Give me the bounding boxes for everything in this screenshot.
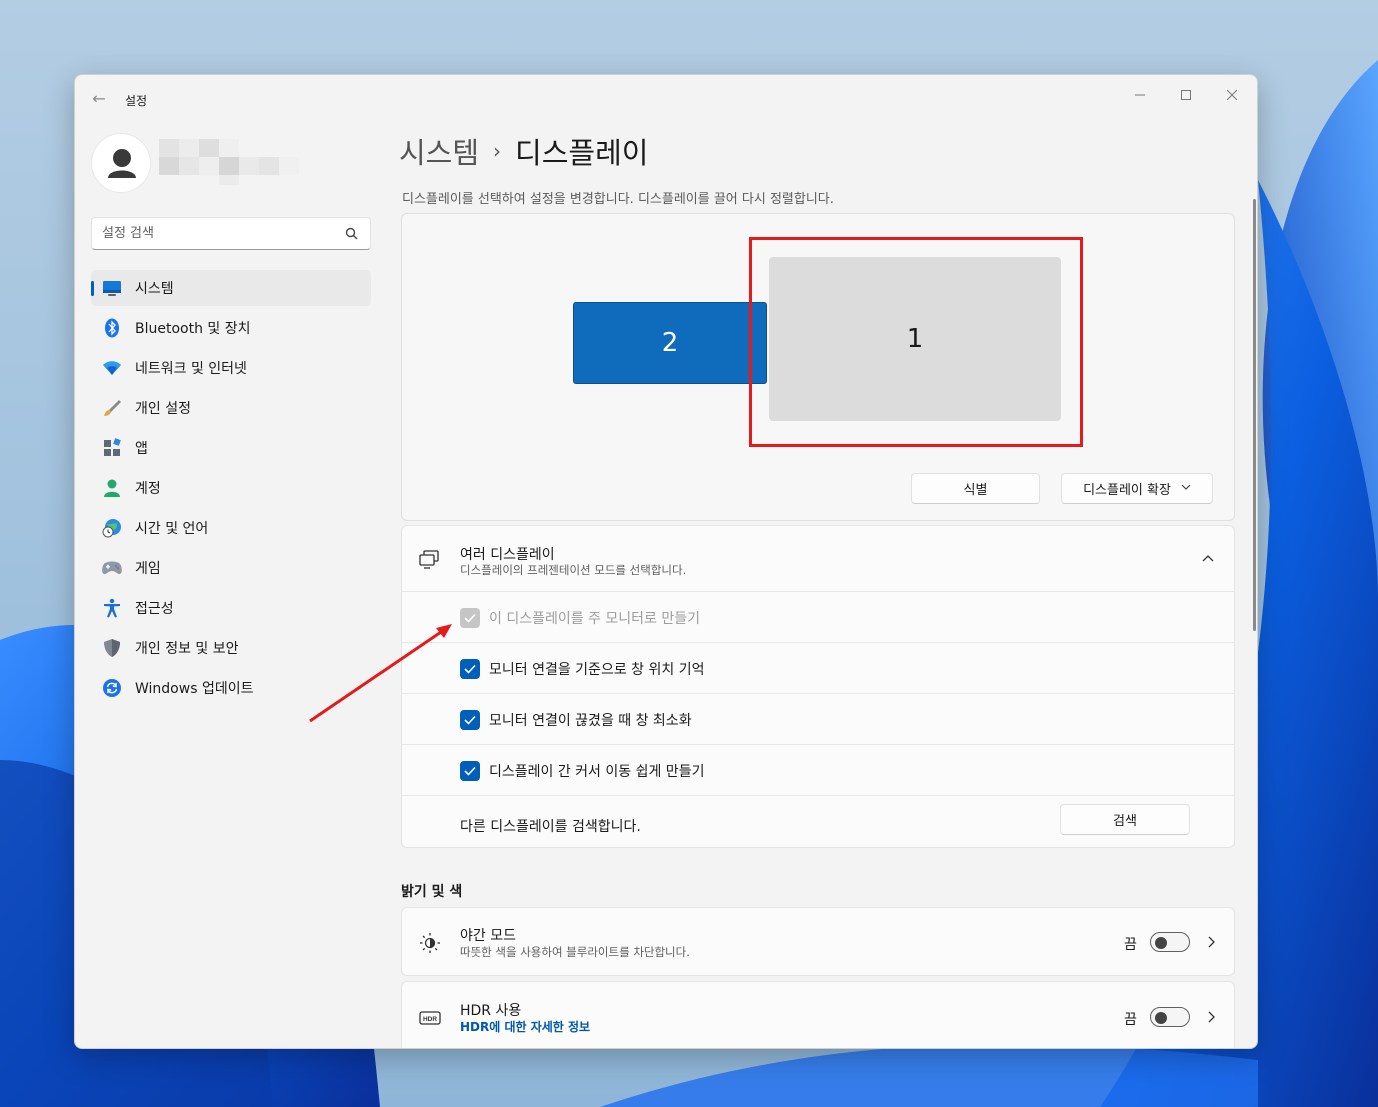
display-arrangement-panel: 2 1 식별 디스플레이 확장 bbox=[401, 213, 1235, 521]
sidebar-item-windows-update[interactable]: Windows 업데이트 bbox=[91, 670, 371, 706]
highlight-box bbox=[749, 237, 1083, 447]
monitor-2-tile[interactable]: 2 bbox=[573, 302, 767, 384]
minimize-button[interactable] bbox=[1117, 81, 1163, 111]
user-profile[interactable] bbox=[91, 133, 371, 193]
sidebar-item-label: 시스템 bbox=[135, 281, 174, 297]
detect-displays-label: 다른 디스플레이를 검색합니다. bbox=[460, 819, 641, 835]
night-light-card[interactable]: 야간 모드 따뜻한 색을 사용하여 블루라이트를 차단합니다. 끔 bbox=[401, 907, 1235, 976]
monitor-2-number: 2 bbox=[661, 328, 679, 358]
close-button[interactable] bbox=[1209, 81, 1255, 111]
sidebar-item-label: 개인 정보 및 보안 bbox=[135, 641, 239, 657]
chevron-up-icon[interactable] bbox=[1200, 550, 1216, 566]
app-title: 설정 bbox=[125, 94, 148, 108]
sidebar-item-label: 앱 bbox=[135, 441, 148, 457]
ease-cursor-label: 디스플레이 간 커서 이동 쉽게 만들기 bbox=[489, 764, 705, 780]
sidebar-item-label: 게임 bbox=[135, 561, 161, 577]
sidebar-item-label: 접근성 bbox=[135, 601, 174, 617]
breadcrumb-parent[interactable]: 시스템 bbox=[399, 130, 479, 172]
scrollbar[interactable] bbox=[1253, 199, 1256, 631]
night-light-state: 끔 bbox=[1124, 937, 1137, 953]
breadcrumb-separator: › bbox=[493, 139, 502, 163]
search-icon[interactable] bbox=[344, 226, 360, 242]
hdr-info-link[interactable]: HDR에 대한 자세한 정보 bbox=[460, 1018, 590, 1035]
title-bar: ← 설정 bbox=[75, 75, 1257, 123]
account-icon bbox=[101, 477, 123, 499]
apps-icon bbox=[101, 437, 123, 459]
maximize-button[interactable] bbox=[1163, 81, 1209, 111]
svg-text:HDR: HDR bbox=[423, 1016, 437, 1023]
multiple-displays-card: 여러 디스플레이 디스플레이의 프레젠테이션 모드를 선택합니다. 이 디스플레… bbox=[401, 525, 1235, 848]
display-mode-dropdown[interactable]: 디스플레이 확장 bbox=[1061, 473, 1213, 504]
remember-windows-checkbox[interactable] bbox=[460, 659, 480, 679]
hdr-state: 끔 bbox=[1124, 1012, 1137, 1028]
section-title-brightness: 밝기 및 색 bbox=[401, 884, 463, 900]
sidebar-item-label: 네트워크 및 인터넷 bbox=[135, 361, 247, 377]
multiple-displays-subtitle: 디스플레이의 프레젠테이션 모드를 선택합니다. bbox=[460, 563, 687, 577]
sidebar-item-system[interactable]: 시스템 bbox=[91, 270, 371, 306]
shield-icon bbox=[101, 637, 123, 659]
arrange-description: 디스플레이를 선택하여 설정을 변경합니다. 디스플레이를 끌어 다시 정렬합니… bbox=[402, 192, 834, 207]
night-light-title: 야간 모드 bbox=[460, 928, 516, 944]
update-icon bbox=[101, 677, 123, 699]
person-icon bbox=[108, 149, 136, 178]
ease-cursor-checkbox[interactable] bbox=[460, 761, 480, 781]
settings-window: ← 설정 설정 검색 시스템 Bluetooth 및 장치 네트워크 및 인터넷… bbox=[74, 74, 1258, 1049]
search-input[interactable] bbox=[92, 218, 332, 249]
monitor-icon bbox=[101, 277, 123, 299]
night-light-toggle[interactable] bbox=[1150, 932, 1190, 952]
display-mode-value: 디스플레이 확장 bbox=[1083, 483, 1171, 498]
chevron-right-icon[interactable] bbox=[1204, 935, 1218, 949]
primary-monitor-checkbox[interactable] bbox=[460, 608, 480, 628]
hdr-card[interactable]: HDR HDR 사용 HDR에 대한 자세한 정보 끔 bbox=[401, 981, 1235, 1048]
option-row-primary-monitor: 이 디스플레이를 주 모니터로 만들기 bbox=[402, 592, 1234, 643]
chevron-right-icon[interactable] bbox=[1204, 1010, 1218, 1024]
sidebar-item-label: Windows 업데이트 bbox=[135, 681, 254, 697]
sidebar-item-time-language[interactable]: 시간 및 언어 bbox=[91, 510, 371, 546]
settings-search[interactable] bbox=[91, 217, 371, 250]
option-row-remember-windows: 모니터 연결을 기준으로 창 위치 기억 bbox=[402, 643, 1234, 694]
gamepad-icon bbox=[101, 557, 123, 579]
sidebar-item-network[interactable]: 네트워크 및 인터넷 bbox=[91, 350, 371, 386]
hdr-icon: HDR bbox=[419, 1011, 441, 1025]
sidebar-item-apps[interactable]: 앱 bbox=[91, 430, 371, 466]
sidebar-item-bluetooth[interactable]: Bluetooth 및 장치 bbox=[91, 310, 371, 346]
wifi-icon bbox=[101, 357, 123, 379]
paintbrush-icon bbox=[101, 397, 123, 419]
sidebar-item-privacy[interactable]: 개인 정보 및 보안 bbox=[91, 630, 371, 666]
hdr-toggle[interactable] bbox=[1150, 1007, 1190, 1027]
night-light-subtitle: 따뜻한 색을 사용하여 블루라이트를 차단합니다. bbox=[460, 945, 690, 959]
remember-windows-label: 모니터 연결을 기준으로 창 위치 기억 bbox=[489, 662, 705, 678]
sidebar-nav: 시스템 Bluetooth 및 장치 네트워크 및 인터넷 개인 설정 앱 계정… bbox=[91, 270, 371, 710]
chevron-down-icon bbox=[1181, 483, 1191, 494]
sidebar-item-personalization[interactable]: 개인 설정 bbox=[91, 390, 371, 426]
option-row-detect: 다른 디스플레이를 검색합니다. 검색 bbox=[402, 796, 1234, 847]
detect-button[interactable]: 검색 bbox=[1060, 804, 1190, 835]
multiple-displays-title: 여러 디스플레이 bbox=[460, 547, 555, 563]
sidebar-item-accessibility[interactable]: 접근성 bbox=[91, 590, 371, 626]
sidebar-item-gaming[interactable]: 게임 bbox=[91, 550, 371, 586]
breadcrumb: 시스템 › 디스플레이 bbox=[399, 129, 648, 173]
primary-monitor-label: 이 디스플레이를 주 모니터로 만들기 bbox=[489, 611, 700, 627]
minimize-windows-label: 모니터 연결이 끊겼을 때 창 최소화 bbox=[489, 713, 692, 729]
avatar bbox=[91, 133, 151, 193]
sidebar-item-label: 계정 bbox=[135, 481, 161, 497]
sidebar-item-accounts[interactable]: 계정 bbox=[91, 470, 371, 506]
minimize-windows-checkbox[interactable] bbox=[460, 710, 480, 730]
hdr-title: HDR 사용 bbox=[460, 1003, 522, 1019]
bluetooth-icon bbox=[101, 317, 123, 339]
sidebar-item-label: 시간 및 언어 bbox=[135, 521, 209, 537]
identify-button[interactable]: 식별 bbox=[911, 473, 1040, 504]
accessibility-icon bbox=[101, 597, 123, 619]
globe-clock-icon bbox=[101, 517, 123, 539]
multiple-displays-header[interactable]: 여러 디스플레이 디스플레이의 프레젠테이션 모드를 선택합니다. bbox=[402, 526, 1234, 592]
sidebar-item-label: 개인 설정 bbox=[135, 401, 191, 417]
page-title: 디스플레이 bbox=[515, 136, 649, 170]
multiple-monitors-icon bbox=[419, 550, 439, 569]
sidebar-item-label: Bluetooth 및 장치 bbox=[135, 321, 251, 337]
back-arrow-icon[interactable]: ← bbox=[89, 89, 109, 109]
night-light-icon bbox=[420, 933, 440, 953]
option-row-ease-cursor: 디스플레이 간 커서 이동 쉽게 만들기 bbox=[402, 745, 1234, 796]
option-row-minimize-windows: 모니터 연결이 끊겼을 때 창 최소화 bbox=[402, 694, 1234, 745]
